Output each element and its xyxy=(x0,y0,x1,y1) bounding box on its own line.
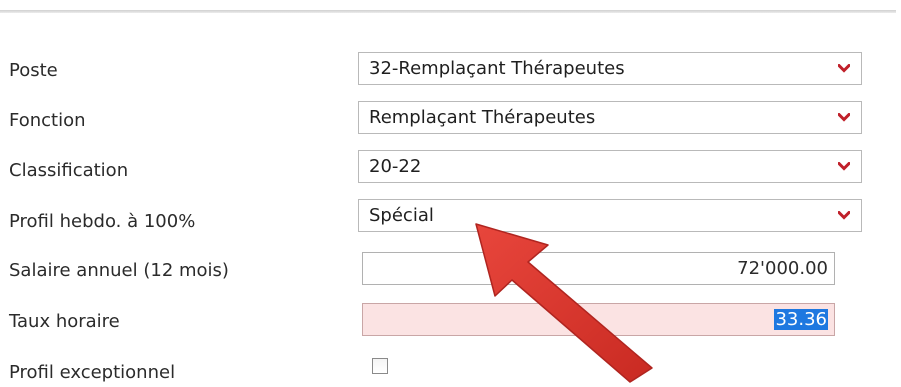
profil-hebdo-select-value: Spécial xyxy=(369,205,434,226)
classification-dropdown-button[interactable] xyxy=(827,151,861,182)
salaire-annuel-label: Salaire annuel (12 mois) xyxy=(9,260,229,281)
taux-horaire-value: 33.36 xyxy=(774,309,828,331)
salaire-annuel-value: 72'000.00 xyxy=(737,258,828,279)
taux-horaire-selected-text: 33.36 xyxy=(774,309,828,330)
profil-hebdo-select[interactable]: Spécial xyxy=(358,199,862,232)
fonction-select[interactable]: Remplaçant Thérapeutes xyxy=(358,101,862,134)
employee-form-panel: Poste 32-Remplaçant Thérapeutes Fonction… xyxy=(0,0,901,387)
chevron-down-icon xyxy=(838,162,850,171)
profil-hebdo-label: Profil hebdo. à 100% xyxy=(9,211,196,232)
profil-exceptionnel-label: Profil exceptionnel xyxy=(9,362,176,383)
fonction-label: Fonction xyxy=(9,110,86,131)
chevron-down-icon xyxy=(838,113,850,122)
salaire-annuel-input[interactable]: 72'000.00 xyxy=(362,252,835,285)
chevron-down-icon xyxy=(838,211,850,220)
taux-horaire-label: Taux horaire xyxy=(9,311,120,332)
poste-label: Poste xyxy=(9,60,58,81)
taux-horaire-input[interactable]: 33.36 xyxy=(362,303,835,336)
fonction-select-value: Remplaçant Thérapeutes xyxy=(369,107,596,128)
poste-select-value: 32-Remplaçant Thérapeutes xyxy=(369,58,625,79)
profil-hebdo-dropdown-button[interactable] xyxy=(827,200,861,231)
profil-exceptionnel-checkbox[interactable] xyxy=(372,358,388,374)
fonction-dropdown-button[interactable] xyxy=(827,102,861,133)
top-divider xyxy=(0,10,896,13)
poste-select[interactable]: 32-Remplaçant Thérapeutes xyxy=(358,52,862,85)
chevron-down-icon xyxy=(838,64,850,73)
classification-select[interactable]: 20-22 xyxy=(358,150,862,183)
poste-dropdown-button[interactable] xyxy=(827,53,861,84)
classification-select-value: 20-22 xyxy=(369,156,422,177)
classification-label: Classification xyxy=(9,160,129,181)
